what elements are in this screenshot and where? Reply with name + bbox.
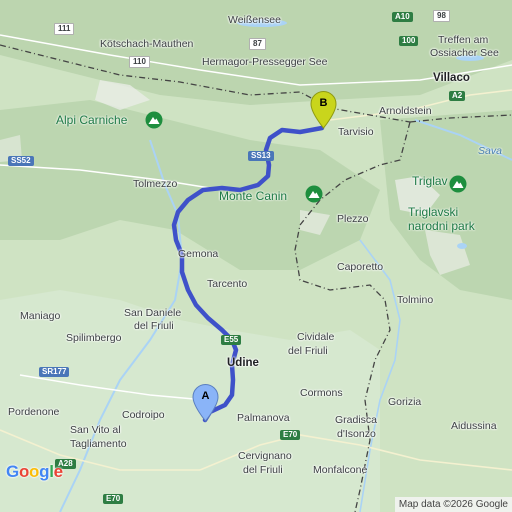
shield-ss52: SS52 [8,156,34,166]
lake-small [457,243,467,249]
shield-sr177: SR177 [39,367,70,377]
label-san-vito-1: San Vito al [70,424,121,436]
route-start-label: A [201,390,210,402]
label-plezzo: Plezzo [337,213,369,225]
label-kotschach: Kötschach-Mauthen [100,38,194,50]
park-mountain-icon[interactable] [145,111,163,129]
label-triglav: Triglav [412,174,448,188]
label-san-daniele-1: San Daniele [124,307,182,319]
label-palmanova: Palmanova [237,412,290,424]
label-san-daniele-2: del Friuli [134,320,174,332]
map-canvas[interactable]: Weißensee Kötschach-Mauthen Hermagor-Pre… [0,0,512,512]
label-udine: Udine [227,357,259,369]
park-mountain-icon[interactable] [305,185,323,203]
route-end-marker[interactable]: B [310,91,337,129]
label-gemona: Gemona [178,248,219,260]
shield-98: 98 [433,10,450,22]
google-logo: Google [6,462,63,481]
label-triglavski-1: Triglavski [408,205,459,219]
route-start-marker[interactable]: A [192,384,219,422]
shield-111: 111 [54,23,75,35]
label-tarcento: Tarcento [207,278,248,290]
label-gradisca-2: d'Isonzo [337,428,376,440]
shield-100: 100 [399,36,419,46]
label-aidussina: Aidussina [451,420,497,432]
label-gorizia: Gorizia [388,396,422,408]
shield-e70-b: E70 [103,494,124,504]
label-spilimbergo: Spilimbergo [66,332,122,344]
shield-87: 87 [249,38,266,50]
label-pordenone: Pordenone [8,406,60,418]
shield-ss13: SS13 [248,151,274,161]
label-weissensee: Weißensee [228,14,281,26]
label-caporetto: Caporetto [337,261,384,273]
label-arnoldstein: Arnoldstein [379,105,432,117]
label-monfalcone: Monfalcone [313,464,368,476]
label-sava: Sava [478,145,502,157]
label-monte-canin: Monte Canin [219,189,288,203]
label-hermagor: Hermagor-Pressegger See [202,56,328,68]
label-cormons: Cormons [300,387,343,399]
shield-a10: A10 [392,12,413,22]
label-tolmezzo: Tolmezzo [133,178,178,190]
label-cervignano-2: del Friuli [243,464,283,476]
shield-e70-a: E70 [280,430,301,440]
label-triglavski-2: narodni park [408,219,475,233]
label-tolmino: Tolmino [397,294,434,306]
label-san-vito-2: Tagliamento [70,438,127,450]
label-cividale-1: Cividale [297,331,335,343]
park-mountain-icon[interactable] [449,175,467,193]
label-cividale-2: del Friuli [288,345,328,357]
label-ossiacher: Ossiacher See [430,47,499,59]
label-codroipo: Codroipo [122,409,165,421]
label-cervignano-1: Cervignano [238,450,292,462]
label-maniago: Maniago [20,310,61,322]
label-tarvisio: Tarvisio [338,126,374,138]
label-alpi-carniche: Alpi Carniche [56,113,128,127]
map-attribution[interactable]: Map data ©2026 Google [394,497,512,512]
route-end-label: B [319,97,328,109]
label-villaco: Villaco [433,72,470,84]
label-gradisca-1: Gradisca [335,414,378,426]
shield-a2: A2 [449,91,466,101]
shield-110: 110 [129,56,150,68]
shield-e55: E55 [221,335,242,345]
label-treffen: Treffen am [438,34,489,46]
